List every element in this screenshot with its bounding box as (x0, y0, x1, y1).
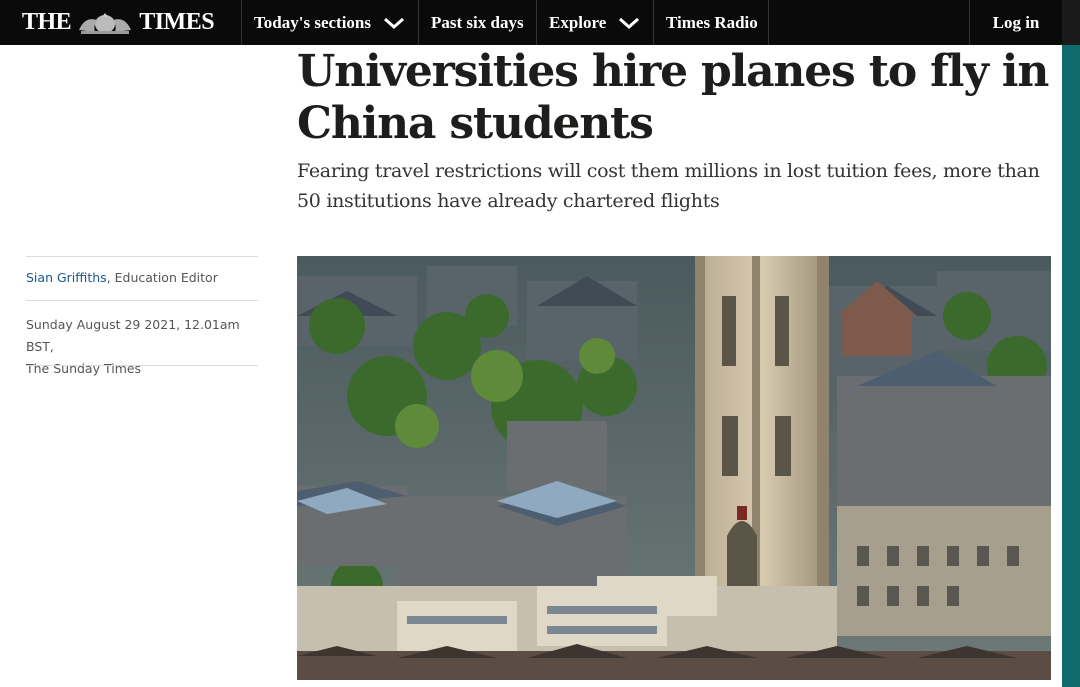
author-role: , Education Editor (106, 270, 218, 285)
hero-image (297, 256, 1051, 680)
nav-times-radio-label: Times Radio (666, 12, 758, 32)
byline: Sian Griffiths, Education Editor (26, 270, 266, 285)
author-link[interactable]: Sian Griffiths (26, 270, 107, 285)
nav-todays-sections[interactable]: Today's sections (241, 0, 418, 45)
top-navigation-bar: THE TIMES Today's sections Past six days… (0, 0, 1080, 45)
chevron-down-icon (383, 17, 404, 29)
nav-explore[interactable]: Explore (536, 0, 653, 45)
dateline: Sunday August 29 2021, 12.01am BST, The … (26, 314, 266, 380)
article-headline: Universities hire planes to fly in China… (297, 46, 1049, 149)
logo-text-the: THE (22, 9, 72, 35)
publish-date: Sunday August 29 2021, 12.01am BST, (26, 317, 240, 354)
login-button[interactable]: Log in (969, 0, 1062, 45)
nav-past-six-days-label: Past six days (431, 12, 524, 32)
divider (26, 256, 258, 257)
right-edge-accent (1062, 0, 1080, 687)
chevron-down-icon (619, 17, 640, 29)
nav-todays-sections-label: Today's sections (254, 12, 371, 32)
logo-text-times: TIMES (139, 9, 215, 35)
times-logo[interactable]: THE TIMES (22, 0, 240, 45)
royal-crest-icon (79, 12, 132, 34)
nav-times-radio[interactable]: Times Radio (653, 0, 769, 45)
article-standfirst: Fearing travel restrictions will cost th… (297, 160, 1040, 212)
nav-explore-label: Explore (549, 12, 607, 32)
divider (26, 365, 258, 366)
publication-name: The Sunday Times (26, 361, 142, 376)
nav-past-six-days[interactable]: Past six days (418, 0, 536, 45)
divider (26, 300, 258, 301)
